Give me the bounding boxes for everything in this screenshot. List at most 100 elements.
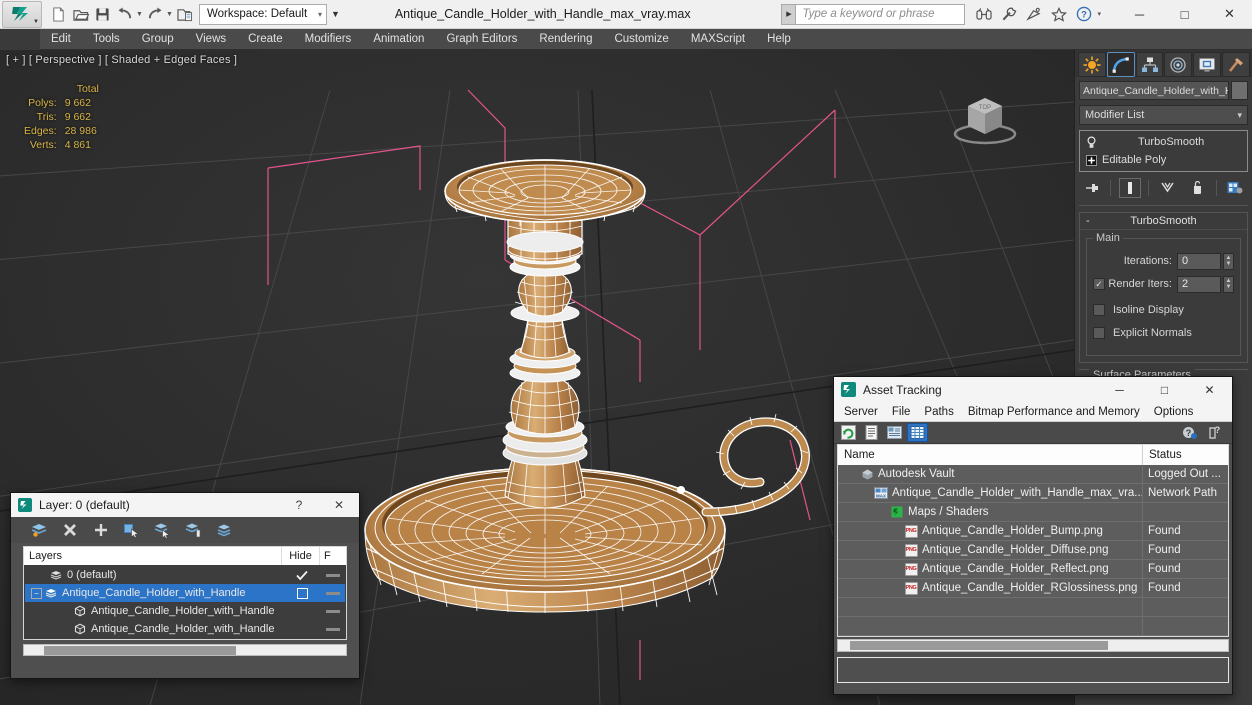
layer-row-antique-candle-holder[interactable]: − Antique_Candle_Holder_with_Handle bbox=[25, 584, 345, 602]
modifier-stack-item-turbosmooth[interactable]: TurboSmooth bbox=[1082, 133, 1245, 151]
scrollbar-thumb[interactable] bbox=[44, 645, 236, 655]
render-iters-input[interactable]: 2 bbox=[1177, 275, 1221, 293]
render-iters-checkbox[interactable]: ✓ bbox=[1093, 278, 1105, 290]
layer-hide-checkbox[interactable] bbox=[283, 587, 321, 599]
asset-tracking-title-bar[interactable]: Asset Tracking ─ □ ✕ bbox=[834, 377, 1232, 402]
iterations-stepper[interactable]: ▲ ▼ bbox=[1223, 252, 1234, 270]
select-highlighted-objects-icon[interactable] bbox=[152, 520, 173, 540]
menu-item-modifiers[interactable]: Modifiers bbox=[294, 29, 363, 50]
open-file-icon[interactable] bbox=[70, 4, 91, 25]
asset-menu-server[interactable]: Server bbox=[837, 402, 885, 422]
modifier-stack-item-editable-poly[interactable]: Editable Poly bbox=[1082, 151, 1245, 169]
undo-dropdown-arrow-icon[interactable]: ▼ bbox=[136, 4, 143, 25]
save-file-icon[interactable] bbox=[92, 4, 113, 25]
asset-row-vault[interactable]: Autodesk Vault Logged Out ... bbox=[838, 465, 1228, 484]
object-color-swatch[interactable] bbox=[1231, 81, 1248, 100]
layer-horizontal-scrollbar[interactable] bbox=[23, 644, 347, 656]
undo-icon[interactable] bbox=[114, 4, 135, 25]
layer-freeze-cell[interactable] bbox=[321, 609, 345, 613]
layer-column-layers[interactable]: Layers bbox=[24, 547, 282, 565]
redo-icon[interactable] bbox=[144, 4, 165, 25]
create-tab[interactable] bbox=[1078, 52, 1106, 77]
help-icon[interactable]: ? bbox=[1075, 6, 1092, 23]
iterations-input[interactable]: 0 bbox=[1177, 252, 1221, 270]
help-dropdown-icon[interactable]: ▾ bbox=[1097, 10, 1101, 18]
menu-item-group[interactable]: Group bbox=[131, 29, 185, 50]
add-layer-icon[interactable] bbox=[90, 520, 111, 540]
satellite-icon[interactable] bbox=[1025, 6, 1042, 23]
asset-row-reflect[interactable]: PNG Antique_Candle_Holder_Reflect.png Fo… bbox=[838, 560, 1228, 579]
view-cube[interactable]: TOP bbox=[948, 86, 1022, 148]
asset-menu-options[interactable]: Options bbox=[1147, 402, 1201, 422]
layer-hide-check-icon[interactable] bbox=[283, 570, 321, 581]
asset-menu-bitmap-performance-and-memory[interactable]: Bitmap Performance and Memory bbox=[961, 402, 1147, 422]
menu-item-tools[interactable]: Tools bbox=[82, 29, 131, 50]
hierarchy-tab[interactable] bbox=[1135, 52, 1164, 77]
rollout-header[interactable]: - TurboSmooth bbox=[1080, 213, 1247, 230]
menu-item-graph-editors[interactable]: Graph Editors bbox=[435, 29, 528, 50]
layer-row-object-1[interactable]: Antique_Candle_Holder_with_Handle bbox=[25, 602, 345, 620]
layer-freeze-cell[interactable] bbox=[321, 627, 345, 631]
minimize-button[interactable]: ─ bbox=[1117, 0, 1162, 29]
maximize-button[interactable]: □ bbox=[1162, 0, 1207, 29]
asset-row-bump[interactable]: PNG Antique_Candle_Holder_Bump.png Found bbox=[838, 522, 1228, 541]
layer-row-object-2[interactable]: Antique_Candle_Holder_with_Handle bbox=[25, 620, 345, 638]
layer-freeze-cell[interactable] bbox=[321, 591, 345, 595]
binoculars-icon[interactable] bbox=[975, 6, 992, 23]
remove-modifier-icon[interactable] bbox=[1186, 178, 1208, 198]
render-iters-stepper[interactable]: ▲ ▼ bbox=[1223, 275, 1234, 293]
scrollbar-thumb[interactable] bbox=[850, 641, 1108, 650]
menu-item-maxscript[interactable]: MAXScript bbox=[680, 29, 756, 50]
modify-tab[interactable] bbox=[1106, 52, 1135, 77]
layer-dialog-close-button[interactable]: ✕ bbox=[319, 493, 359, 517]
isoline-display-checkbox[interactable] bbox=[1093, 303, 1105, 316]
pin-stack-icon[interactable] bbox=[1081, 178, 1103, 198]
wrench-icon[interactable] bbox=[1000, 6, 1017, 23]
new-layer-icon[interactable] bbox=[28, 520, 49, 540]
menu-item-rendering[interactable]: Rendering bbox=[528, 29, 603, 50]
asset-tracking-close-button[interactable]: ✕ bbox=[1187, 377, 1232, 402]
search-dropdown-icon[interactable]: ▶ bbox=[781, 3, 796, 25]
asset-row-rglossiness[interactable]: PNG Antique_Candle_Holder_RGlossiness.pn… bbox=[838, 579, 1228, 598]
expander-icon[interactable]: − bbox=[31, 587, 42, 599]
asset-column-name[interactable]: Name bbox=[838, 445, 1143, 465]
menu-item-views[interactable]: Views bbox=[185, 29, 237, 50]
asset-column-status[interactable]: Status bbox=[1143, 445, 1228, 465]
layer-row-default[interactable]: 0 (default) bbox=[25, 566, 345, 584]
plus-box-icon[interactable] bbox=[1082, 154, 1100, 166]
viewport-label[interactable]: [ + ] [ Perspective ] [ Shaded + Edged F… bbox=[6, 54, 237, 66]
rollout-collapse-icon[interactable]: - bbox=[1086, 215, 1090, 227]
asset-horizontal-scrollbar[interactable] bbox=[837, 639, 1229, 652]
refresh-icon[interactable] bbox=[838, 423, 859, 442]
help-question-icon[interactable]: ? bbox=[1205, 423, 1226, 442]
configure-modifier-sets-icon[interactable] bbox=[1224, 178, 1246, 198]
list-view-icon[interactable] bbox=[861, 423, 882, 442]
layer-dialog-title-bar[interactable]: Layer: 0 (default) ? ✕ bbox=[11, 493, 359, 517]
explicit-normals-checkbox[interactable] bbox=[1093, 326, 1105, 339]
menu-item-edit[interactable]: Edit bbox=[40, 29, 82, 50]
show-end-result-icon[interactable] bbox=[1118, 178, 1141, 198]
asset-row-max-file[interactable]: MAX Antique_Candle_Holder_with_Handle_ma… bbox=[838, 484, 1228, 503]
delete-layer-icon[interactable] bbox=[59, 520, 80, 540]
asset-tracking-maximize-button[interactable]: □ bbox=[1142, 377, 1187, 402]
detail-view-icon[interactable] bbox=[884, 423, 905, 442]
lightbulb-icon[interactable] bbox=[1082, 135, 1100, 149]
modifier-list-dropdown[interactable]: Modifier List ▾ bbox=[1079, 105, 1248, 125]
asset-row-diffuse[interactable]: PNG Antique_Candle_Holder_Diffuse.png Fo… bbox=[838, 541, 1228, 560]
redo-dropdown-arrow-icon[interactable]: ▼ bbox=[166, 4, 173, 25]
new-file-icon[interactable] bbox=[48, 4, 69, 25]
select-objects-in-layer-icon[interactable] bbox=[121, 520, 142, 540]
highlight-selected-objects-icon[interactable] bbox=[183, 520, 204, 540]
menu-item-animation[interactable]: Animation bbox=[362, 29, 435, 50]
layer-column-freeze[interactable]: F bbox=[320, 547, 346, 565]
asset-menu-paths[interactable]: Paths bbox=[917, 402, 960, 422]
help-new-icon[interactable]: ? bbox=[1178, 423, 1199, 442]
asset-row-maps-shaders[interactable]: Maps / Shaders bbox=[838, 503, 1228, 522]
set-project-folder-icon[interactable] bbox=[174, 4, 195, 25]
asset-menu-file[interactable]: File bbox=[885, 402, 918, 422]
menu-item-customize[interactable]: Customize bbox=[603, 29, 679, 50]
asset-tracking-minimize-button[interactable]: ─ bbox=[1097, 377, 1142, 402]
app-logo-icon[interactable]: ▼ bbox=[2, 0, 42, 28]
object-name-field[interactable]: Antique_Candle_Holder_with_H bbox=[1079, 81, 1229, 100]
display-tab[interactable] bbox=[1193, 52, 1222, 77]
